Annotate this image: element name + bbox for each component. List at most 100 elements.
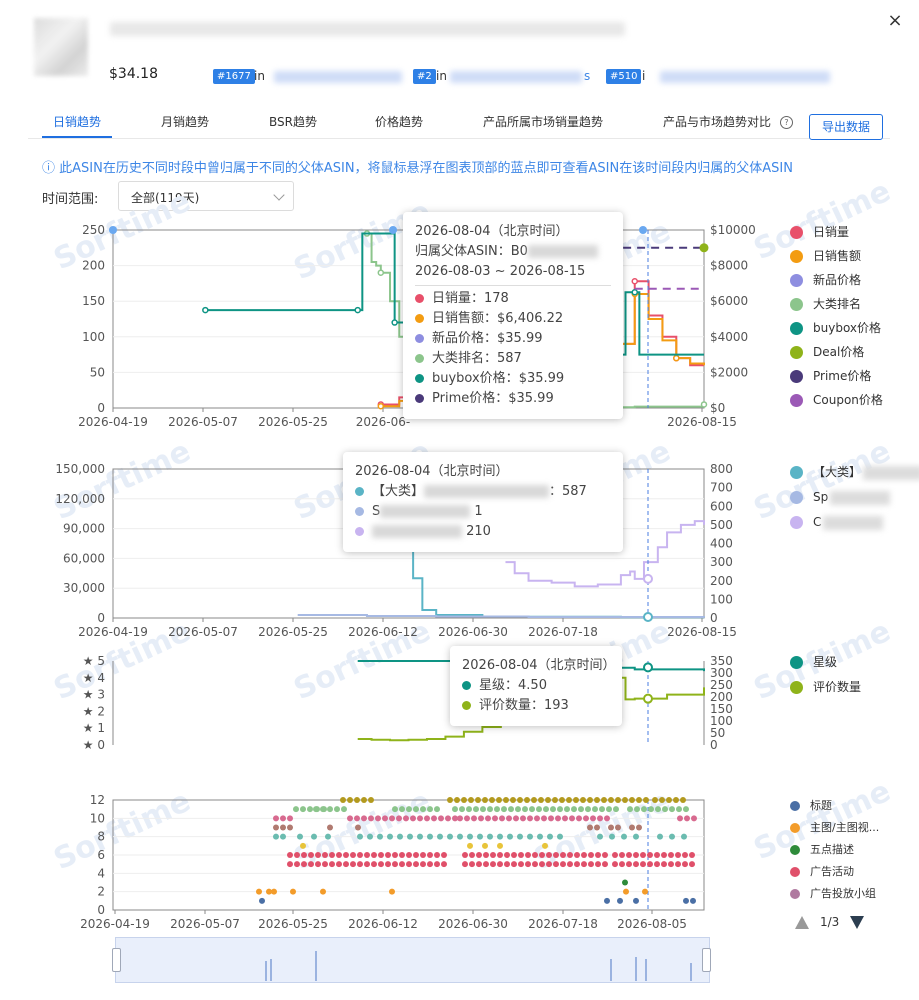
c4-point bbox=[640, 852, 646, 858]
c4-point bbox=[287, 852, 293, 858]
c2-x-tick: 2026-05-25 bbox=[258, 625, 328, 639]
legend-item[interactable]: 五点描述 bbox=[790, 842, 854, 858]
c2-y-right-tick: 300 bbox=[710, 555, 733, 569]
c4-point bbox=[437, 833, 443, 840]
c4-point bbox=[661, 852, 667, 858]
legend-item[interactable]: 标题 bbox=[790, 798, 832, 814]
legend-label: Sp bbox=[813, 490, 829, 504]
c4-point bbox=[410, 815, 416, 822]
c4-point bbox=[619, 852, 625, 858]
c4-point bbox=[350, 852, 356, 858]
c4-point bbox=[522, 806, 528, 813]
c4-point bbox=[347, 797, 353, 803]
c4-point bbox=[392, 852, 398, 858]
c4-point bbox=[354, 815, 360, 822]
c1-y-right-tick: $10000 bbox=[710, 223, 756, 237]
tooltip-bsr: 2026-08-04（北京时间） 【大类】 ：587 S 1 210 bbox=[343, 452, 623, 552]
legend-item[interactable]: 日销售额 bbox=[790, 248, 861, 264]
legend-item[interactable]: 大类排名 bbox=[790, 296, 861, 312]
c4-y-left-tick: 2 bbox=[97, 885, 105, 899]
c2-y-left-tick: 60,000 bbox=[63, 551, 105, 565]
c4-point bbox=[492, 815, 498, 822]
c4-point bbox=[490, 852, 496, 858]
c1-y-right-tick: $0 bbox=[710, 401, 725, 415]
c4-point bbox=[531, 797, 537, 803]
c3-y-right-tick: 150 bbox=[710, 702, 733, 716]
c4-point bbox=[552, 797, 558, 803]
c4-point bbox=[308, 861, 314, 868]
legend-item[interactable]: 星级 bbox=[790, 654, 837, 670]
c4-point bbox=[585, 806, 591, 813]
c4-point bbox=[538, 797, 544, 803]
rating-chart[interactable]: ★ 0 ★ 1 ★ 2 ★ 3 ★ 4 ★ 5 050100150200250300350 bbox=[83, 654, 733, 752]
c4-point bbox=[506, 815, 512, 822]
c4-point bbox=[617, 897, 623, 904]
legend-item[interactable]: 广告活动 bbox=[790, 864, 854, 880]
c4-point bbox=[434, 806, 440, 813]
c4-point bbox=[441, 861, 447, 868]
c4-point bbox=[689, 861, 695, 868]
legend-item[interactable]: Deal价格 bbox=[790, 344, 864, 360]
c4-y-left-tick: 4 bbox=[97, 866, 105, 880]
c4-point bbox=[273, 815, 279, 822]
c4-point bbox=[424, 815, 430, 822]
c4-point bbox=[643, 797, 649, 803]
legend-item[interactable]: Prime价格 bbox=[790, 368, 871, 384]
c4-point bbox=[499, 815, 505, 822]
c4-point bbox=[668, 852, 674, 858]
c4-point bbox=[543, 806, 549, 813]
c4-point bbox=[469, 861, 475, 868]
c4-point bbox=[438, 815, 444, 822]
c4-point bbox=[525, 852, 531, 858]
c2-y-left-tick: 0 bbox=[97, 611, 105, 625]
legend-item[interactable]: 日销量 bbox=[790, 224, 849, 240]
c1-series-point bbox=[631, 289, 638, 296]
c4-point bbox=[396, 815, 402, 822]
legend-item[interactable]: 【大类】 bbox=[790, 464, 919, 480]
pager-next-icon[interactable] bbox=[850, 916, 864, 929]
legend-item[interactable]: 新品价格 bbox=[790, 272, 861, 288]
legend-item[interactable]: 广告投放小组 bbox=[790, 886, 876, 902]
legend-item[interactable]: C bbox=[790, 514, 884, 530]
legend-item[interactable]: 评价数量 bbox=[790, 679, 861, 695]
c4-point bbox=[513, 815, 519, 822]
tooltip-row: 【大类】 ：587 bbox=[355, 482, 611, 502]
c4-point bbox=[407, 833, 413, 840]
c4-point bbox=[445, 815, 451, 822]
c4-point bbox=[517, 833, 523, 840]
c4-point bbox=[475, 797, 481, 803]
c3-y-right-tick: 50 bbox=[710, 726, 725, 740]
c4-point bbox=[389, 815, 395, 822]
legend-item[interactable]: Sp bbox=[790, 489, 891, 505]
c4-point bbox=[587, 797, 593, 803]
legend-item[interactable]: buybox价格 bbox=[790, 320, 881, 336]
c4-point bbox=[652, 797, 658, 803]
c4-point bbox=[560, 861, 566, 868]
c4-point bbox=[307, 806, 313, 813]
legend-swatch bbox=[790, 491, 803, 504]
legend-label: 五点描述 bbox=[810, 843, 854, 856]
legend-swatch bbox=[790, 656, 803, 669]
c2-x-tick: 2026-06-12 bbox=[348, 625, 418, 639]
c1-series-point bbox=[673, 354, 680, 362]
legend-item[interactable]: Coupon价格 bbox=[790, 392, 883, 408]
c4-point bbox=[273, 833, 279, 840]
c4-point bbox=[364, 861, 370, 868]
c4-point bbox=[420, 806, 426, 813]
c4-point bbox=[392, 861, 398, 868]
c4-point bbox=[511, 861, 517, 868]
c4-point bbox=[675, 852, 681, 858]
c4-point bbox=[287, 815, 293, 822]
c4-point bbox=[482, 797, 488, 803]
c3-y-left-tick: ★ 1 bbox=[83, 721, 105, 735]
c4-point bbox=[595, 861, 601, 868]
legend-item[interactable]: 主图/主图视... bbox=[790, 820, 879, 836]
pager-prev-icon[interactable] bbox=[795, 916, 809, 929]
c4-point bbox=[375, 815, 381, 822]
c4-point bbox=[581, 852, 587, 858]
c4-point bbox=[659, 797, 665, 803]
c4-point bbox=[487, 806, 493, 813]
c4-point bbox=[588, 852, 594, 858]
c4-point bbox=[520, 815, 526, 822]
c2-y-right-tick: 100 bbox=[710, 592, 733, 606]
